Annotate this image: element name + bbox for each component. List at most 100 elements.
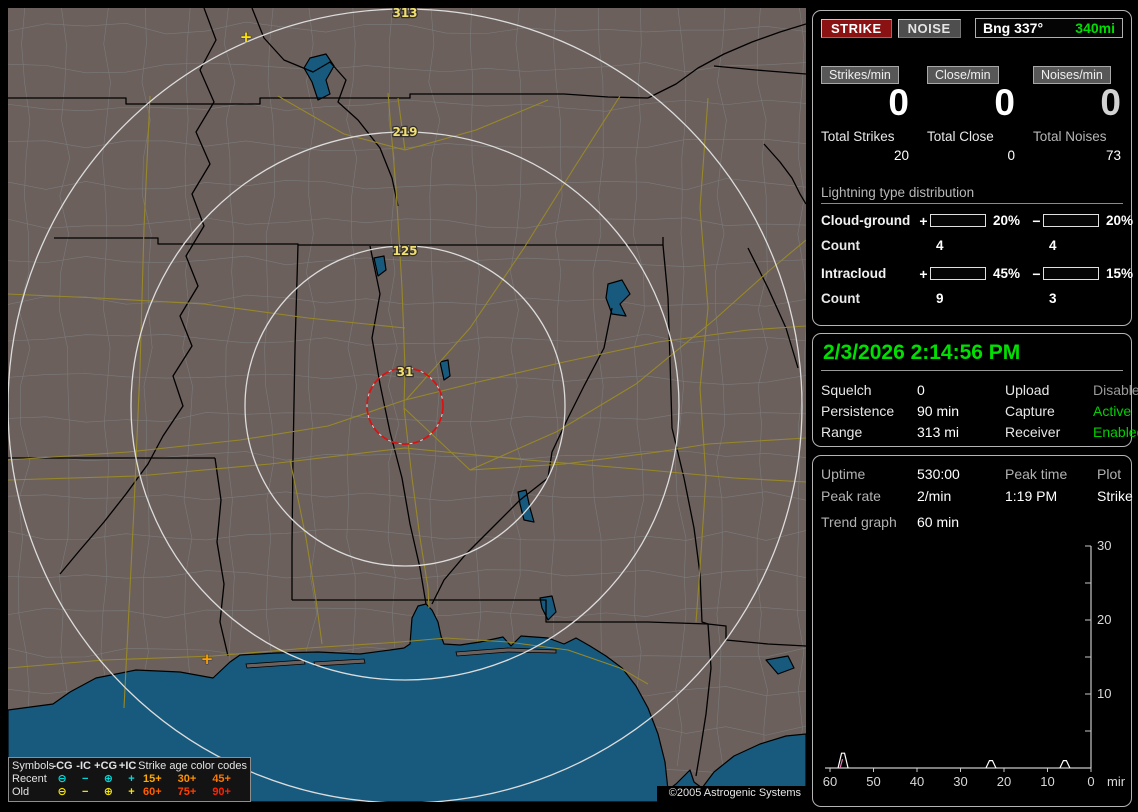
legend-col-neg-ic: -IC bbox=[76, 760, 91, 772]
strike-counters-panel: STRIKE NOISE Bng 337° 340mi Strikes/min … bbox=[812, 10, 1133, 326]
strikes-per-min-value: 0 bbox=[888, 82, 909, 123]
pos-ic-old-icon: + bbox=[128, 786, 135, 798]
intracloud-row: Intracloud + 45% − 15% bbox=[821, 265, 1133, 282]
neg-cg-old-icon: ⊖ bbox=[57, 786, 67, 798]
ring-label-31: 31 bbox=[397, 365, 414, 379]
capture-label: Capture bbox=[1005, 403, 1055, 419]
uptime-value: 530:00 bbox=[917, 466, 960, 482]
age-30: 30+ bbox=[177, 773, 197, 785]
strikes-per-min-label: Strikes/min bbox=[821, 66, 899, 84]
ic-positive-count: 9 bbox=[936, 290, 944, 306]
squelch-value: 0 bbox=[917, 382, 925, 398]
capture-status: Active bbox=[1093, 403, 1132, 419]
ring-label-313: 313 bbox=[392, 8, 417, 20]
cloud-ground-row: Cloud-ground + 20% − 20% bbox=[821, 212, 1133, 229]
current-datetime: 2/3/2026 2:14:56 PM bbox=[821, 339, 1123, 371]
map-canvas: 313 219 125 31 + + bbox=[8, 8, 806, 802]
noises-per-min-label: Noises/min bbox=[1033, 66, 1111, 84]
legend-recent-label: Recent bbox=[12, 773, 47, 785]
legend-old-row: Old ⊖ − ⊕ + 60+ 75+ 90+ bbox=[12, 786, 247, 799]
plot-label: Plot bbox=[1097, 466, 1122, 482]
ic-negative-bar-fill bbox=[1044, 268, 1053, 279]
map-symbol-legend: Symbols -CG -IC +CG +IC Strike age color… bbox=[8, 757, 251, 802]
cg-positive-bar-fill bbox=[931, 215, 943, 226]
count-label: Count bbox=[821, 290, 860, 306]
svg-text:10: 10 bbox=[1097, 686, 1111, 701]
ic-negative-count: 3 bbox=[1049, 290, 1057, 306]
peak-rate-value: 2/min bbox=[917, 488, 952, 504]
trend-graph-label: Trend graph bbox=[821, 514, 897, 530]
legend-recent-row: Recent ⊖ − ⊕ + 15+ 30+ 45+ bbox=[12, 773, 247, 786]
ic-negative-bar bbox=[1043, 267, 1099, 281]
svg-text:10: 10 bbox=[1040, 774, 1054, 789]
cloud-ground-label: Cloud-ground bbox=[821, 213, 911, 229]
close-column: Close/min 0 Total Close 0 bbox=[927, 66, 1017, 163]
age-90: 90+ bbox=[212, 786, 231, 798]
age-60: 60+ bbox=[142, 786, 162, 798]
legend-header-row: Symbols -CG -IC +CG +IC Strike age color… bbox=[12, 760, 247, 773]
persistence-label: Persistence bbox=[821, 403, 895, 419]
intracloud-label: Intracloud bbox=[821, 266, 887, 282]
legend-col-pos-ic: +IC bbox=[118, 760, 137, 772]
age-45: 45+ bbox=[212, 773, 231, 785]
status-panel: 2/3/2026 2:14:56 PM Squelch 0 Upload Dis… bbox=[812, 333, 1138, 447]
trend-graph-value: 60 min bbox=[917, 514, 960, 530]
strike-symbol-old-ic: + bbox=[240, 28, 253, 46]
cg-negative-pct: 20% bbox=[1106, 213, 1134, 229]
pos-ic-recent-icon: + bbox=[128, 773, 135, 785]
bearing-label: Bng 337° bbox=[983, 20, 1044, 36]
plus-sign: + bbox=[919, 265, 928, 282]
total-strikes-label: Total Strikes bbox=[821, 128, 895, 144]
receiver-status: Enabled bbox=[1093, 424, 1138, 440]
range-value: 313 mi bbox=[917, 424, 960, 440]
cg-positive-count: 4 bbox=[936, 237, 944, 253]
noises-per-min-value: 0 bbox=[1100, 82, 1121, 123]
peak-time-value: 1:19 PM bbox=[1005, 488, 1058, 504]
strikes-column: Strikes/min 0 Total Strikes 20 bbox=[821, 66, 911, 163]
ring-label-219: 219 bbox=[392, 125, 417, 139]
peak-time-label: Peak time bbox=[1005, 466, 1068, 482]
count-label: Count bbox=[821, 237, 860, 253]
svg-text:50: 50 bbox=[866, 774, 880, 789]
strike-mode-button[interactable]: STRIKE bbox=[821, 18, 892, 38]
copyright-text: ©2005 Astrogenic Systems bbox=[668, 787, 801, 799]
peak-rate-label: Peak rate bbox=[821, 488, 881, 504]
pos-cg-old-icon: ⊕ bbox=[103, 786, 113, 798]
strike-symbol-aged-ic: + bbox=[201, 650, 214, 668]
total-close-value: 0 bbox=[1007, 147, 1015, 163]
ic-positive-pct: 45% bbox=[993, 266, 1021, 282]
receiver-label: Receiver bbox=[1005, 424, 1061, 440]
neg-ic-recent-icon: − bbox=[81, 773, 89, 785]
legend-symbols-header: Symbols bbox=[12, 760, 55, 772]
cg-negative-bar bbox=[1043, 214, 1099, 228]
svg-text:40: 40 bbox=[910, 774, 924, 789]
cg-negative-bar-fill bbox=[1044, 215, 1056, 226]
svg-text:0: 0 bbox=[1087, 774, 1094, 789]
upload-label: Upload bbox=[1005, 382, 1050, 398]
total-strikes-value: 20 bbox=[893, 147, 909, 163]
upload-status: Disabled bbox=[1093, 382, 1138, 398]
ring-label-125: 125 bbox=[392, 244, 417, 258]
neg-cg-recent-icon: ⊖ bbox=[57, 773, 67, 785]
plot-value: Strike bbox=[1097, 488, 1133, 504]
svg-text:30: 30 bbox=[1097, 538, 1111, 553]
legend-col-neg-cg: -CG bbox=[52, 760, 73, 772]
minus-sign: − bbox=[1032, 212, 1041, 229]
pos-cg-recent-icon: ⊕ bbox=[103, 773, 113, 785]
svg-text:30: 30 bbox=[953, 774, 967, 789]
total-noises-value: 73 bbox=[1105, 147, 1121, 163]
cg-positive-bar bbox=[930, 214, 986, 228]
statistics-panel: Uptime 530:00 Peak time Plot Peak rate 2… bbox=[812, 455, 1133, 807]
plus-sign: + bbox=[919, 212, 928, 229]
squelch-label: Squelch bbox=[821, 382, 872, 398]
noise-mode-button[interactable]: NOISE bbox=[897, 18, 961, 38]
ic-positive-bar bbox=[930, 267, 986, 281]
distribution-title: Lightning type distribution bbox=[821, 185, 1123, 204]
cg-negative-count: 4 bbox=[1049, 237, 1057, 253]
cg-positive-pct: 20% bbox=[993, 213, 1021, 229]
age-75: 75+ bbox=[177, 786, 197, 798]
ic-negative-pct: 15% bbox=[1106, 266, 1134, 282]
total-close-label: Total Close bbox=[927, 128, 994, 144]
bearing-distance: 340mi bbox=[1075, 20, 1115, 36]
close-per-min-label: Close/min bbox=[927, 66, 999, 84]
